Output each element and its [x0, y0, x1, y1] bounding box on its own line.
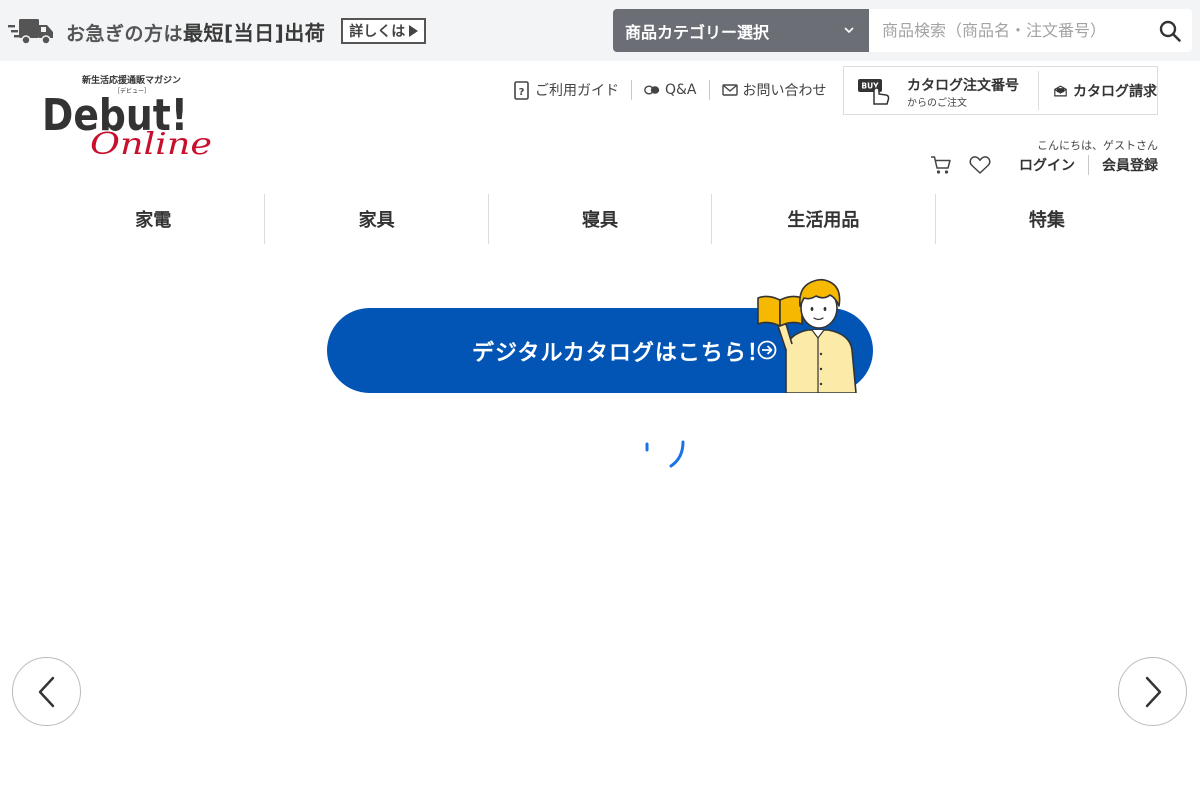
promo-strong-text: 最短[当日]出荷	[183, 20, 326, 45]
catalog-order-title: カタログ注文番号	[907, 78, 1019, 94]
svg-text:Online: Online	[90, 127, 212, 162]
cart-button[interactable]	[928, 152, 954, 178]
site-logo[interactable]: Debut! Online 新生活応援通販マガジン ［デビュー］	[42, 72, 212, 162]
chevron-right-icon	[1145, 676, 1161, 707]
nav-item-bedding[interactable]: 寝具	[487, 194, 711, 244]
fast-shipping-promo[interactable]: お急ぎの方は最短[当日]出荷 詳しくは	[8, 16, 427, 46]
search-input[interactable]	[869, 9, 1149, 52]
search-icon[interactable]	[1158, 19, 1182, 43]
catalog-reader-character-illustration	[757, 278, 857, 393]
user-actions: ログイン 会員登録	[928, 152, 1158, 178]
catalog-order-subtitle: からのご注文	[907, 98, 967, 109]
logo-reading: ［デビュー］	[114, 88, 151, 95]
chevron-left-icon	[38, 676, 54, 707]
guide-link[interactable]: ? ご利用ガイド	[502, 80, 631, 100]
logo-tagline: 新生活応援通販マガジン	[82, 76, 182, 86]
promo-details-label: 詳しくは	[349, 24, 406, 40]
slider-next-button[interactable]	[1118, 657, 1187, 726]
heart-icon	[969, 156, 991, 174]
contact-link-label: お問い合わせ	[742, 83, 827, 99]
nav-item-furniture[interactable]: 家具	[264, 194, 487, 244]
login-link[interactable]: ログイン	[1006, 155, 1088, 175]
nav-item-features[interactable]: 特集	[934, 194, 1158, 244]
qa-link-label: Q&A	[665, 82, 697, 98]
slider-prev-button[interactable]	[12, 657, 81, 726]
category-select-label: 商品カテゴリー選択	[625, 22, 770, 42]
catalog-request-label: カタログ請求	[1073, 83, 1157, 100]
delivery-truck-icon	[8, 19, 53, 45]
loading-spinner-icon	[645, 440, 685, 468]
buy-hand-icon: BUY	[858, 79, 890, 105]
nav-item-appliances[interactable]: 家電	[42, 194, 264, 244]
catalog-order-button[interactable]: BUY カタログ注文番号 からのご注文	[844, 67, 1038, 114]
category-select[interactable]: 商品カテゴリー選択	[613, 9, 869, 52]
play-triangle-icon	[409, 25, 419, 37]
guide-icon: ?	[514, 81, 529, 100]
promo-text: お急ぎの方は最短[当日]出荷	[66, 20, 326, 45]
mail-icon	[721, 84, 738, 96]
utility-links: ? ご利用ガイド Q&A お問い合わせ	[502, 78, 839, 102]
cart-icon	[931, 156, 951, 174]
global-nav: 家電 家具 寝具 生活用品 特集	[42, 194, 1158, 244]
qa-icon	[644, 85, 660, 95]
search-box	[869, 9, 1192, 52]
catalog-request-button[interactable]: カタログ請求	[1039, 67, 1157, 114]
chevron-down-icon	[844, 27, 854, 34]
catalog-request-icon	[1054, 84, 1067, 96]
contact-link[interactable]: お問い合わせ	[708, 80, 839, 100]
top-utility-bar: お急ぎの方は最短[当日]出荷 詳しくは 商品カテゴリー選択	[0, 0, 1200, 61]
guest-greeting: こんにちは、ゲストさん	[1037, 139, 1158, 152]
guide-link-label: ご利用ガイド	[535, 83, 619, 99]
digital-catalog-banner-label: デジタルカタログはこちら！	[472, 341, 770, 366]
promo-details-button[interactable]: 詳しくは	[341, 18, 427, 44]
favorite-button[interactable]	[967, 152, 993, 178]
svg-text:?: ?	[519, 87, 525, 98]
register-link[interactable]: 会員登録	[1088, 155, 1158, 175]
qa-link[interactable]: Q&A	[631, 80, 709, 100]
nav-item-daily-goods[interactable]: 生活用品	[711, 194, 934, 244]
catalog-box: BUY カタログ注文番号 からのご注文 カタログ請求	[843, 66, 1158, 115]
